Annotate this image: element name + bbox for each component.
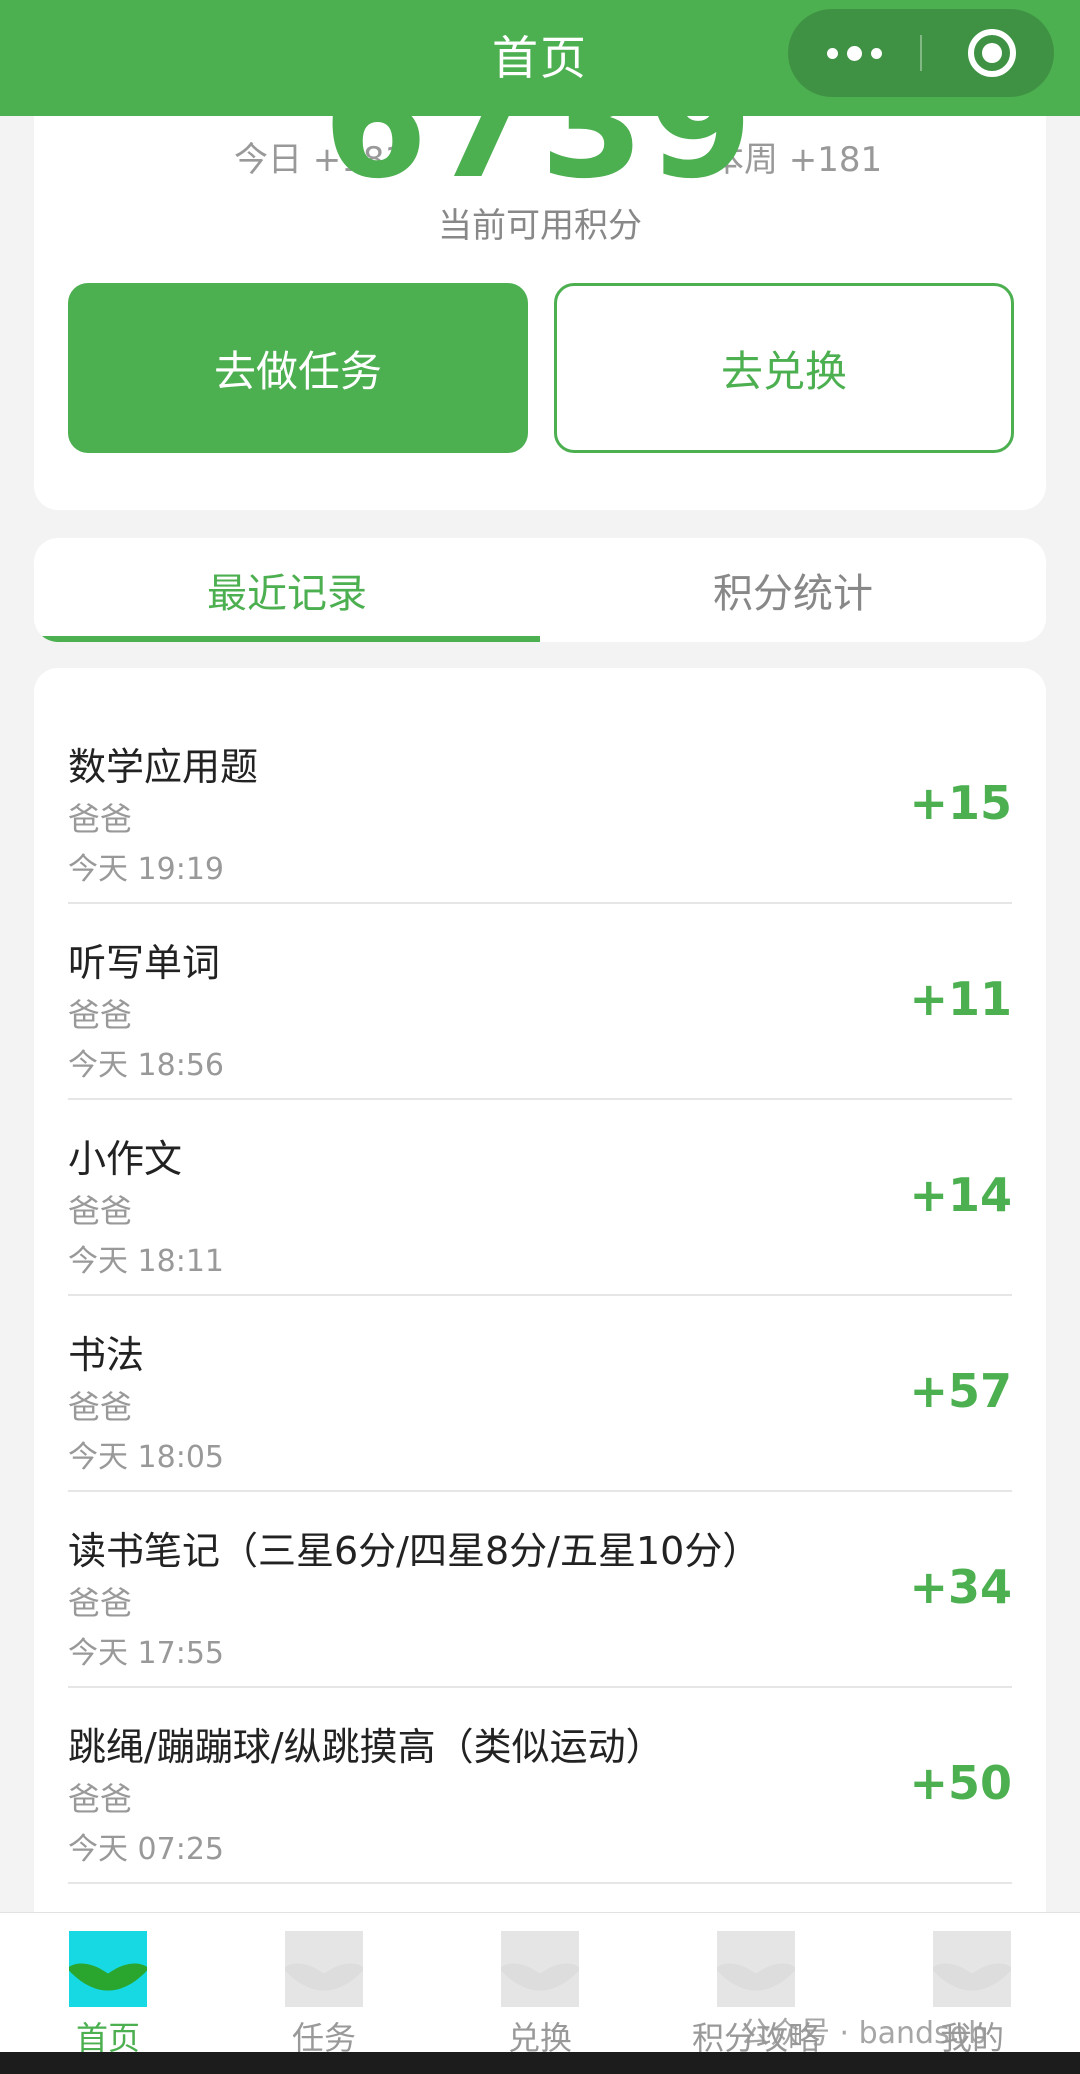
record-points: +57 xyxy=(909,1364,1012,1418)
record-title: 书法 xyxy=(68,1333,145,1377)
record-points: +14 xyxy=(909,1168,1012,1222)
navigation-bar: 首页 xyxy=(0,0,1080,116)
capsule-divider xyxy=(920,35,922,71)
system-home-bar xyxy=(0,2052,1080,2074)
tabbar-item-task[interactable]: 任务 xyxy=(216,1913,432,2057)
record-author: 爸爸 xyxy=(68,1192,133,1230)
tabbar-item-exchange[interactable]: 兑换 xyxy=(432,1913,648,2057)
profile-icon xyxy=(933,1931,1011,2007)
exchange-icon xyxy=(501,1931,579,2007)
record-points: +15 xyxy=(909,776,1012,830)
record-points: +34 xyxy=(909,1560,1012,1614)
list-item[interactable]: 小作文 爸爸 今天 18:11 +14 xyxy=(68,1100,1012,1296)
list-item[interactable]: 跳绳/蹦蹦球/纵跳摸高（类似运动） 爸爸 今天 07:25 +50 xyxy=(68,1688,1012,1884)
close-target-icon[interactable] xyxy=(968,29,1016,77)
record-time: 今天 18:56 xyxy=(68,1048,224,1083)
record-author: 爸爸 xyxy=(68,1388,133,1426)
records-list: 数学应用题 爸爸 今天 19:19 +15 听写单词 爸爸 今天 18:56 +… xyxy=(34,668,1046,2074)
record-title: 数学应用题 xyxy=(68,745,259,789)
home-icon xyxy=(69,1931,147,2007)
record-time: 今天 19:19 xyxy=(68,852,224,887)
record-title: 听写单词 xyxy=(68,941,221,985)
points-summary-card: 今日 +181 本周 +181 6739 当前可用积分 去做任务 去兑换 xyxy=(34,50,1046,510)
task-icon xyxy=(285,1931,363,2007)
record-points: +50 xyxy=(909,1756,1012,1810)
list-item[interactable]: 听写单词 爸爸 今天 18:56 +11 xyxy=(68,904,1012,1100)
record-time: 今天 18:05 xyxy=(68,1440,224,1475)
record-points: +11 xyxy=(909,972,1012,1026)
record-time: 今天 18:11 xyxy=(68,1244,224,1279)
record-title: 跳绳/蹦蹦球/纵跳摸高（类似运动） xyxy=(68,1725,664,1769)
tab-recent-records[interactable]: 最近记录 xyxy=(34,538,540,642)
record-time: 今天 07:25 xyxy=(68,1832,224,1867)
available-points-caption: 当前可用积分 xyxy=(438,206,642,246)
guide-icon xyxy=(717,1931,795,2007)
list-item[interactable]: 数学应用题 爸爸 今天 19:19 +15 xyxy=(68,708,1012,904)
record-title: 小作文 xyxy=(68,1137,183,1181)
record-author: 爸爸 xyxy=(68,800,133,838)
more-dots-icon xyxy=(826,47,838,59)
record-time: 今天 17:55 xyxy=(68,1636,224,1671)
list-item[interactable]: 读书笔记（三星6分/四星8分/五星10分） 爸爸 今天 17:55 +34 xyxy=(68,1492,1012,1688)
do-task-button[interactable]: 去做任务 xyxy=(68,283,528,453)
list-item[interactable]: 书法 爸爸 今天 18:05 +57 xyxy=(68,1296,1012,1492)
record-author: 爸爸 xyxy=(68,996,133,1034)
exchange-button[interactable]: 去兑换 xyxy=(554,283,1014,453)
records-tabs: 最近记录 积分统计 xyxy=(34,538,1046,642)
active-tab-indicator xyxy=(34,636,540,642)
tab-points-statistics[interactable]: 积分统计 xyxy=(540,538,1046,642)
record-title: 读书笔记（三星6分/四星8分/五星10分） xyxy=(68,1529,761,1573)
mini-program-capsule xyxy=(788,9,1054,97)
watermark: 公众号 · bandsob xyxy=(740,2016,988,2051)
more-menu-button[interactable] xyxy=(788,9,920,97)
record-author: 爸爸 xyxy=(68,1780,133,1818)
tabbar-item-home[interactable]: 首页 xyxy=(0,1913,216,2057)
record-author: 爸爸 xyxy=(68,1584,133,1622)
